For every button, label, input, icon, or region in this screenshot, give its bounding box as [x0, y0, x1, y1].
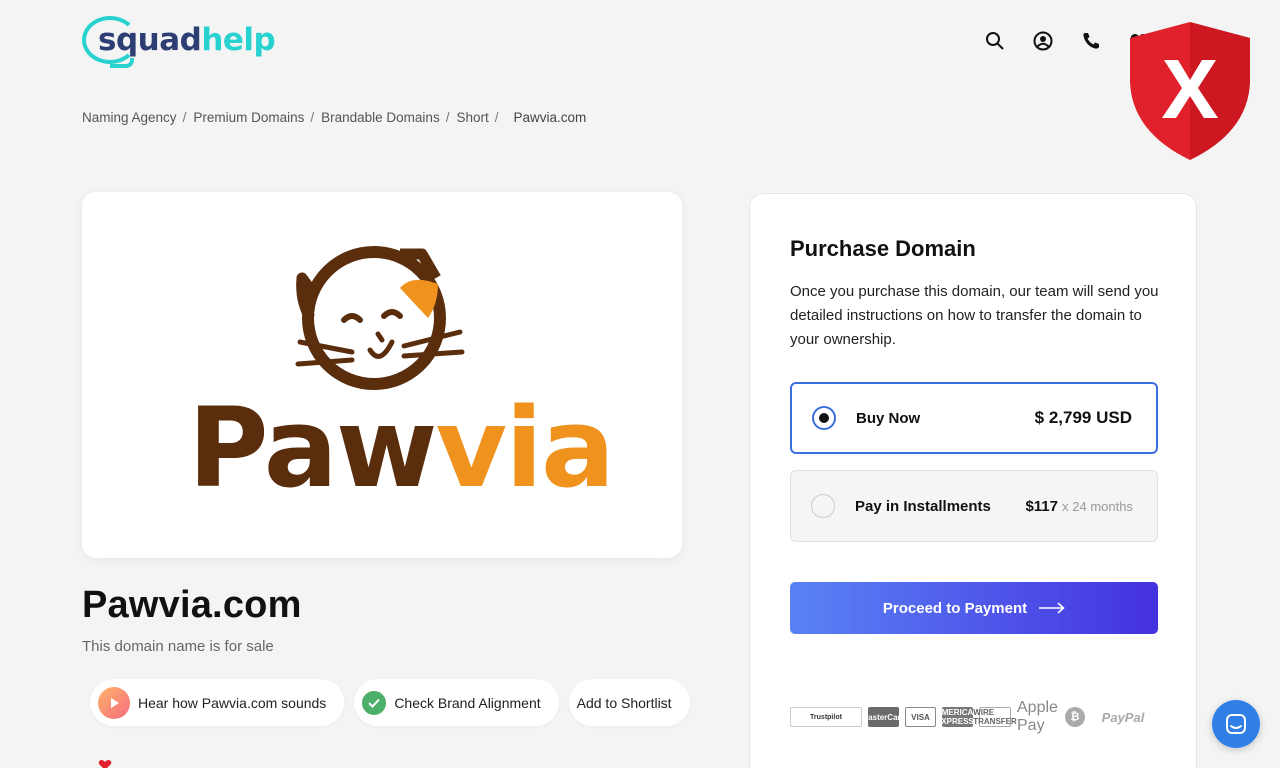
play-icon [98, 686, 130, 719]
domain-title: Pawvia.com [82, 584, 302, 626]
check-icon [362, 690, 387, 715]
paypal-icon: PayPal [1101, 709, 1145, 725]
logo-wordmark: squadhelp [98, 22, 276, 58]
breadcrumb: Naming Agency / Premium Domains / Brandabl… [82, 110, 586, 125]
bitcoin-icon: ₿ [1065, 707, 1085, 727]
payment-methods: Trustpilot MasterCard VISA AMERICAN EXPR… [790, 699, 1155, 734]
wire-transfer-icon: WIRE TRANSFER [973, 707, 1017, 727]
proceed-label: Proceed to Payment [882, 599, 1028, 617]
phone-icon[interactable] [1080, 30, 1102, 52]
option-buy-now[interactable]: Buy Now $ 2,799 USD [790, 382, 1158, 454]
chat-icon [1226, 714, 1246, 734]
mastercard-icon: MasterCard [862, 707, 906, 727]
logo-bubble-tail [110, 58, 134, 68]
domain-actions: Hear how Pawvia.com sounds Check Brand A… [90, 679, 690, 726]
radio-installments[interactable] [811, 494, 835, 518]
amex-icon: AMERICAN EXPRESS [935, 707, 980, 727]
check-brand-alignment-button[interactable]: Check Brand Alignment [354, 679, 559, 726]
breadcrumb-separator: / [494, 110, 499, 125]
favorite-heart-icon[interactable] [98, 760, 112, 768]
brand-text-paw: Paw [188, 384, 436, 512]
purchase-title: Purchase Domain [790, 236, 976, 261]
option-installments[interactable]: Pay in Installments $117 x 24 months [790, 470, 1158, 542]
breadcrumb-separator: / [182, 110, 187, 125]
breadcrumb-current: Pawvia.com [513, 110, 587, 125]
breadcrumb-naming-agency[interactable]: Naming Agency [82, 110, 177, 125]
breadcrumb-short[interactable]: Short [456, 110, 488, 125]
breadcrumb-separator: / [445, 110, 450, 125]
installment-term: x 24 months [1062, 498, 1133, 514]
purchase-panel: Purchase Domain Once you purchase this d… [749, 193, 1197, 768]
apple-pay-icon: Apple Pay [1017, 699, 1058, 734]
brand-text-via: via [436, 384, 614, 512]
search-icon[interactable] [984, 30, 1006, 52]
option-label: Pay in Installments [855, 497, 991, 515]
option-price: $117 x 24 months [1025, 497, 1133, 515]
purchase-description: Once you purchase this domain, our team … [790, 283, 1159, 348]
check-label: Check Brand Alignment [394, 694, 541, 711]
visa-icon: VISA [905, 707, 936, 727]
breadcrumb-separator: / [310, 110, 315, 125]
hear-pronunciation-button[interactable]: Hear how Pawvia.com sounds [90, 679, 345, 726]
shortlist-label: Add to Shortlist [576, 694, 672, 711]
pawvia-brand-logo: Pawvia [188, 246, 615, 512]
user-icon[interactable] [1032, 30, 1054, 52]
squadhelp-logo[interactable]: squadhelp [82, 14, 276, 70]
add-to-shortlist-button[interactable]: Add to Shortlist [568, 679, 690, 726]
domain-logo-card: Pawvia [82, 192, 682, 558]
option-label: Buy Now [856, 409, 921, 427]
radio-buy-now[interactable] [812, 406, 836, 430]
breadcrumb-brandable-domains[interactable]: Brandable Domains [321, 110, 440, 125]
breadcrumb-premium-domains[interactable]: Premium Domains [193, 110, 304, 125]
arrow-right-icon [1039, 602, 1065, 614]
option-price: $ 2,799 USD [1034, 408, 1132, 427]
svg-text:Pawvia: Pawvia [188, 384, 613, 512]
security-shield-icon [1130, 22, 1250, 160]
proceed-to-payment-button[interactable]: Proceed to Payment [790, 582, 1158, 634]
domain-subtitle: This domain name is for sale [82, 638, 274, 655]
hear-label: Hear how Pawvia.com sounds [138, 694, 327, 711]
trustpilot-badge: Trustpilot [790, 707, 862, 727]
chat-launcher-button[interactable] [1212, 700, 1260, 748]
